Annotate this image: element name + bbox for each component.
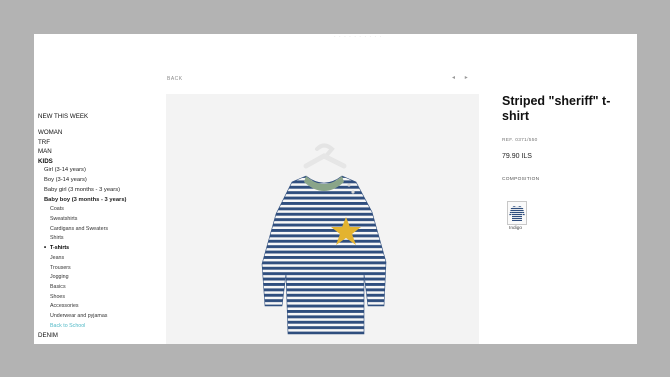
product-reference: REF. 0371/550 — [502, 138, 538, 143]
striped-tshirt-illustration — [261, 143, 387, 335]
nav-baby-boy[interactable]: Baby boy (3 months - 3 years) — [38, 196, 168, 206]
nav-new-this-week[interactable]: NEW THIS WEEK — [38, 112, 168, 122]
active-bullet-icon: • — [44, 245, 47, 252]
nav-t-shirts[interactable]: • T-shirts — [38, 244, 168, 254]
product-image[interactable] — [166, 94, 479, 344]
nav-underwear-pyjamas[interactable]: Underwear and pyjamas — [38, 312, 168, 322]
nav-accessories[interactable]: Accessories — [38, 302, 168, 312]
nav-sweatshirts[interactable]: Sweatshirts — [38, 215, 168, 225]
nav-t-shirts-label: T-shirts — [50, 245, 70, 252]
tshirt-thumbnail-icon — [509, 206, 525, 221]
product-info: Striped "sheriff" t-shirt REF. 0371/550 … — [502, 94, 632, 231]
back-link[interactable]: BACK — [167, 76, 183, 82]
nav-shirts[interactable]: Shirts — [38, 234, 168, 244]
nav-trousers[interactable]: Trousers — [38, 264, 168, 274]
nav-basics[interactable]: Basics — [38, 283, 168, 293]
composition-link[interactable]: COMPOSITION — [502, 177, 632, 182]
tshirt-body — [261, 175, 387, 335]
product-page: · · · · · · · · · · BACK ◂ ▸ NEW THIS WE… — [34, 34, 637, 344]
nav-shoes[interactable]: Shoes — [38, 293, 168, 303]
sidebar-nav: NEW THIS WEEK WOMAN TRF MAN KIDS Girl (3… — [38, 112, 168, 341]
top-strip: · · · · · · · · · · — [334, 34, 383, 40]
button-icon — [351, 190, 355, 194]
nav-kids[interactable]: KIDS — [38, 157, 168, 167]
hanger-icon — [303, 143, 347, 169]
button-icon — [347, 183, 351, 187]
nav-back-to-school[interactable]: Back to School — [38, 322, 168, 332]
nav-man[interactable]: MAN — [38, 147, 168, 157]
nav-cardigans-sweaters[interactable]: Cardigans and Sweaters — [38, 225, 168, 235]
color-name: Indigo — [509, 226, 523, 231]
product-pager: ◂ ▸ — [452, 74, 476, 81]
nav-woman[interactable]: WOMAN — [38, 128, 168, 138]
next-product-icon[interactable]: ▸ — [465, 75, 468, 81]
nav-baby-girl[interactable]: Baby girl (3 months - 3 years) — [38, 186, 168, 196]
product-title: Striped "sheriff" t-shirt — [502, 94, 611, 123]
nav-jogging[interactable]: Jogging — [38, 273, 168, 283]
nav-coats[interactable]: Coats — [38, 205, 168, 215]
nav-trf[interactable]: TRF — [38, 138, 168, 148]
previous-product-icon[interactable]: ◂ — [452, 75, 455, 81]
nav-girl[interactable]: Girl (3-14 years) — [38, 166, 168, 176]
color-swatch[interactable] — [507, 201, 527, 225]
product-price: 79.90 ILS — [502, 153, 532, 160]
nav-denim[interactable]: DENIM — [38, 331, 168, 341]
nav-boy[interactable]: Boy (3-14 years) — [38, 176, 168, 186]
nav-jeans[interactable]: Jeans — [38, 254, 168, 264]
